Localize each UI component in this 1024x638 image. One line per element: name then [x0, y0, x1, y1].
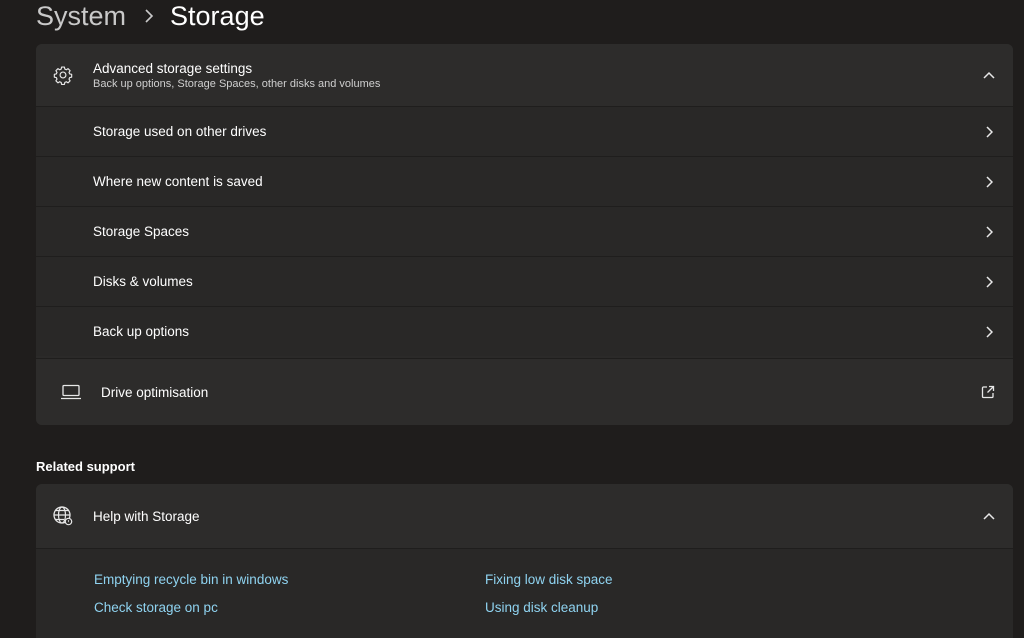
open-external-icon: [981, 385, 995, 399]
page-title: Storage: [170, 1, 265, 31]
where-new-content-is-saved-item[interactable]: Where new content is saved: [36, 156, 1013, 206]
storage-spaces-item[interactable]: Storage Spaces: [36, 206, 1013, 256]
help-with-storage-label: Help with Storage: [93, 508, 200, 524]
advanced-storage-title: Advanced storage settings: [93, 60, 253, 76]
item-label: Storage Spaces: [93, 224, 190, 239]
drive-optimisation-item[interactable]: Drive optimisation: [36, 358, 1013, 425]
item-label: Back up options: [93, 324, 190, 339]
chevron-right-icon: [983, 275, 995, 288]
advanced-storage-text: Advanced storage settings Back up option…: [93, 60, 380, 91]
link-fixing-low-disk-space[interactable]: Fixing low disk space: [485, 572, 613, 587]
chevron-right-icon: [983, 325, 995, 338]
link-emptying-recycle-bin[interactable]: Emptying recycle bin in windows: [94, 572, 288, 587]
globe-icon: [52, 505, 74, 527]
chevron-up-icon[interactable]: [983, 69, 995, 81]
back-up-options-item[interactable]: Back up options: [36, 306, 1013, 356]
help-links-panel: Emptying recycle bin in windows Fixing l…: [36, 548, 1013, 638]
advanced-storage-card: Advanced storage settings Back up option…: [36, 44, 1013, 425]
related-support-heading: Related support: [36, 459, 135, 474]
gear-icon: [52, 64, 74, 86]
chevron-up-icon[interactable]: [983, 510, 995, 522]
item-label: Disks & volumes: [93, 274, 193, 289]
breadcrumb: System Storage: [36, 0, 265, 34]
chevron-right-icon: [983, 125, 995, 138]
breadcrumb-chevron-icon: [144, 9, 154, 23]
drive-optimisation-label: Drive optimisation: [101, 384, 209, 400]
item-label: Where new content is saved: [93, 174, 263, 189]
item-label: Storage used on other drives: [93, 124, 267, 139]
link-using-disk-cleanup[interactable]: Using disk cleanup: [485, 600, 598, 615]
help-with-storage-card: Help with Storage Emptying recycle bin i…: [36, 484, 1013, 638]
laptop-icon: [60, 381, 82, 403]
advanced-storage-subtitle: Back up options, Storage Spaces, other d…: [93, 77, 381, 90]
storage-used-on-other-drives-item[interactable]: Storage used on other drives: [36, 106, 1013, 156]
chevron-right-icon: [983, 225, 995, 238]
help-with-storage-header[interactable]: Help with Storage: [36, 484, 1013, 548]
disks-and-volumes-item[interactable]: Disks & volumes: [36, 256, 1013, 306]
advanced-storage-settings-header[interactable]: Advanced storage settings Back up option…: [36, 44, 1013, 106]
link-check-storage-on-pc[interactable]: Check storage on pc: [94, 600, 218, 615]
chevron-right-icon: [983, 175, 995, 188]
breadcrumb-system[interactable]: System: [36, 0, 126, 34]
